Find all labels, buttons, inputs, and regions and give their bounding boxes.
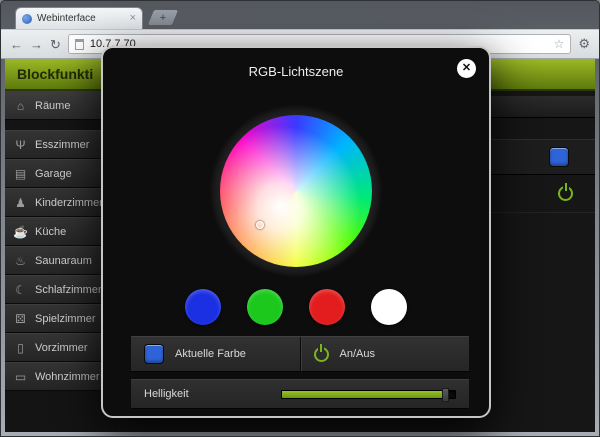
tab-favicon-icon	[22, 13, 32, 24]
onoff-label: An/Aus	[339, 348, 375, 360]
current-color-cell[interactable]: Aktuelle Farbe	[131, 337, 300, 371]
color-wheel-selector[interactable]	[256, 221, 265, 230]
brightness-fill	[282, 390, 445, 398]
power-icon	[313, 346, 329, 362]
brightness-slider[interactable]	[281, 387, 456, 402]
close-icon: ✕	[461, 62, 472, 74]
preset-colors	[103, 289, 489, 325]
kitchen-icon: ☕	[13, 224, 28, 239]
color-wheel[interactable]	[220, 115, 372, 267]
preset-red-button[interactable]	[309, 289, 345, 325]
browser-menu-icon[interactable]: ⚙	[578, 36, 590, 52]
garage-icon: ▤	[14, 166, 27, 181]
power-icon[interactable]	[558, 186, 573, 201]
back-button[interactable]: ←	[10, 38, 23, 51]
preset-green-button[interactable]	[247, 289, 283, 325]
browser-tab[interactable]: Webinterface ×	[15, 7, 143, 29]
sidebar-item-label: Saunaraum	[35, 254, 92, 267]
sidebar-item-label: Räume	[35, 99, 71, 112]
sidebar-item-label: Esszimmer	[35, 138, 90, 151]
home-icon: ⌂	[16, 98, 25, 113]
dialog-close-button[interactable]: ✕	[457, 59, 476, 78]
sauna-icon: ♨	[15, 253, 26, 268]
dialog-title: RGB-Lichtszene	[248, 64, 344, 79]
sidebar-item-label: Wohnzimmer	[35, 370, 100, 383]
room-color-swatch[interactable]	[549, 147, 569, 167]
browser-titlebar: Webinterface × +	[1, 1, 599, 29]
sidebar-item-label: Kinderzimmer	[35, 196, 103, 209]
reload-button[interactable]: ↻	[50, 38, 61, 51]
tab-close-icon[interactable]: ×	[130, 13, 136, 24]
cutlery-icon: Ψ	[15, 137, 26, 152]
onoff-button[interactable]: An/Aus	[301, 337, 470, 371]
sidebar-item-label: Küche	[35, 225, 67, 238]
page-icon	[74, 38, 84, 50]
new-tab-button[interactable]: +	[147, 10, 179, 25]
current-color-swatch	[144, 344, 164, 364]
color-wheel-frame	[210, 105, 382, 277]
brightness-label: Helligkeit	[144, 388, 189, 400]
tab-title: Webinterface	[37, 13, 96, 24]
sofa-icon: ▭	[14, 369, 27, 384]
sidebar-item-label: Vorzimmer	[35, 341, 88, 354]
toy-icon: ♟	[15, 195, 26, 210]
app-header-title: Blockfunkti	[17, 66, 94, 82]
preset-white-button[interactable]	[371, 289, 407, 325]
rgb-dialog: ✕ RGB-Lichtszene Aktuelle Farbe An/Aus H…	[101, 46, 491, 418]
door-icon: ▯	[17, 340, 24, 355]
current-color-label: Aktuelle Farbe	[175, 348, 246, 360]
forward-button[interactable]: →	[30, 38, 43, 51]
control-bar: Aktuelle Farbe An/Aus	[131, 336, 469, 372]
brightness-row: Helligkeit	[131, 379, 469, 409]
preset-blue-button[interactable]	[185, 289, 221, 325]
sidebar-item-label: Spielzimmer	[35, 312, 96, 325]
bed-icon: ☾	[15, 282, 26, 297]
brightness-handle[interactable]	[441, 387, 449, 402]
sidebar-item-label: Schlafzimmer	[35, 283, 102, 296]
sidebar-item-label: Garage	[35, 167, 72, 180]
browser-window: Webinterface × + ← → ↻ 10.7.7.70 ☆ ⚙ Blo…	[0, 0, 600, 437]
dice-icon: ⚄	[15, 311, 26, 326]
bookmark-star-icon[interactable]: ☆	[554, 37, 565, 51]
